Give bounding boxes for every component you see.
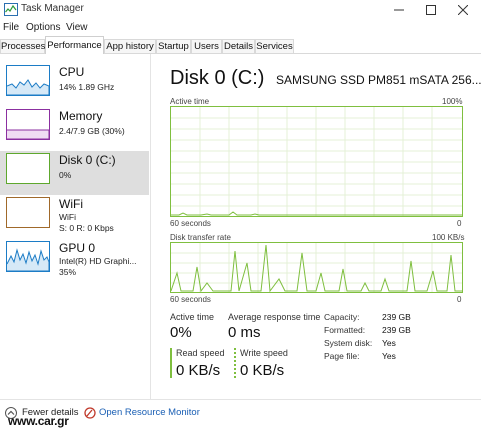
open-resource-monitor-link[interactable]: Open Resource Monitor bbox=[99, 407, 200, 418]
sidebar-item-throughput: S: 0 R: 0 Kbps bbox=[59, 223, 114, 233]
sidebar-item-wifi[interactable]: WiFi WiFi S: 0 R: 0 Kbps bbox=[0, 195, 149, 239]
disk-detail-panel: Disk 0 (C:) SAMSUNG SSD PM851 mSATA 256.… bbox=[151, 54, 481, 399]
active-time-graph-label: Active time bbox=[170, 97, 210, 106]
performance-sidebar: CPU 14% 1.89 GHz Memory 2.4/7.9 GB (30%)… bbox=[0, 54, 151, 399]
tab-details[interactable]: Details bbox=[222, 39, 255, 53]
close-icon bbox=[458, 5, 468, 15]
read-speed-value: 0 KB/s bbox=[176, 362, 221, 379]
transfer-graph-max: 100 KB/s bbox=[432, 233, 465, 242]
system-disk-value: Yes bbox=[382, 338, 396, 348]
sidebar-item-gpu-0[interactable]: GPU 0 Intel(R) HD Graphi... 35% bbox=[0, 239, 149, 283]
disk-model-name: SAMSUNG SSD PM851 mSATA 256... bbox=[276, 73, 481, 87]
tab-services[interactable]: Services bbox=[255, 39, 294, 53]
gpu-thumbnail-graph bbox=[6, 241, 50, 272]
menu-file[interactable]: File bbox=[3, 22, 19, 33]
wifi-thumbnail-graph bbox=[6, 197, 50, 228]
system-disk-label: System disk: bbox=[324, 338, 373, 348]
sidebar-item-title: WiFi bbox=[59, 197, 83, 211]
transfer-rate-graph bbox=[170, 242, 463, 293]
read-speed-indicator bbox=[170, 348, 172, 378]
formatted-value: 239 GB bbox=[382, 325, 411, 335]
active-time-graph bbox=[170, 106, 463, 217]
sidebar-item-detail: 0% bbox=[59, 170, 72, 180]
close-button[interactable] bbox=[448, 0, 478, 20]
tab-app-history[interactable]: App history bbox=[104, 39, 156, 53]
page-file-value: Yes bbox=[382, 351, 396, 361]
active-time-graph-min: 0 bbox=[457, 219, 462, 228]
read-speed-label: Read speed bbox=[176, 348, 225, 358]
tab-bar: Processes Performance App history Startu… bbox=[0, 36, 481, 54]
avg-response-value: 0 ms bbox=[228, 324, 261, 341]
watermark-text: www.car.gr bbox=[8, 414, 69, 428]
transfer-graph-min: 0 bbox=[457, 295, 462, 304]
active-time-graph-max: 100% bbox=[442, 97, 463, 106]
sidebar-item-disk-0[interactable]: Disk 0 (C:) 0% bbox=[0, 151, 149, 195]
sidebar-item-detail: 2.4/7.9 GB (30%) bbox=[59, 126, 125, 136]
write-speed-label: Write speed bbox=[240, 348, 288, 358]
window-title: Task Manager bbox=[21, 3, 84, 14]
sidebar-item-title: Disk 0 (C:) bbox=[59, 153, 116, 167]
tab-startup[interactable]: Startup bbox=[156, 39, 191, 53]
sidebar-item-detail: 14% 1.89 GHz bbox=[59, 82, 115, 92]
maximize-icon bbox=[426, 5, 436, 15]
sidebar-item-usage: 35% bbox=[59, 267, 77, 277]
sidebar-item-memory[interactable]: Memory 2.4/7.9 GB (30%) bbox=[0, 107, 149, 151]
task-manager-icon bbox=[4, 3, 18, 16]
memory-thumbnail-graph bbox=[6, 109, 50, 140]
tab-performance[interactable]: Performance bbox=[45, 36, 104, 54]
write-speed-indicator bbox=[234, 348, 236, 378]
title-bar: Task Manager bbox=[0, 0, 481, 20]
maximize-button[interactable] bbox=[416, 0, 446, 20]
tab-processes[interactable]: Processes bbox=[0, 39, 45, 53]
menu-view[interactable]: View bbox=[66, 22, 88, 33]
active-time-label: Active time bbox=[170, 312, 215, 322]
sidebar-item-title: CPU bbox=[59, 65, 85, 79]
resource-monitor-icon bbox=[84, 406, 96, 424]
active-time-value: 0% bbox=[170, 324, 192, 341]
disk-thumbnail-graph bbox=[6, 153, 50, 184]
formatted-label: Formatted: bbox=[324, 325, 366, 335]
transfer-graph-duration: 60 seconds bbox=[170, 295, 211, 304]
cpu-thumbnail-graph bbox=[6, 65, 50, 96]
menu-bar: File Options View bbox=[0, 20, 481, 36]
tab-users[interactable]: Users bbox=[191, 39, 222, 53]
sidebar-item-detail: Intel(R) HD Graphi... bbox=[59, 256, 137, 266]
write-speed-value: 0 KB/s bbox=[240, 362, 285, 379]
sidebar-item-title: Memory bbox=[59, 109, 103, 123]
minimize-button[interactable] bbox=[384, 0, 414, 20]
sidebar-item-detail: WiFi bbox=[59, 212, 76, 222]
sidebar-item-title: GPU 0 bbox=[59, 241, 96, 255]
footer-bar: Fewer details Open Resource Monitor www.… bbox=[0, 399, 481, 432]
capacity-label: Capacity: bbox=[324, 312, 360, 322]
transfer-graph-label: Disk transfer rate bbox=[170, 233, 231, 242]
page-file-label: Page file: bbox=[324, 351, 360, 361]
active-time-graph-duration: 60 seconds bbox=[170, 219, 211, 228]
active-time-graph-plot bbox=[171, 107, 462, 216]
page-title: Disk 0 (C:) bbox=[170, 67, 265, 89]
capacity-value: 239 GB bbox=[382, 312, 411, 322]
menu-options[interactable]: Options bbox=[26, 22, 60, 33]
sidebar-item-cpu[interactable]: CPU 14% 1.89 GHz bbox=[0, 63, 149, 107]
avg-response-label: Average response time bbox=[228, 312, 321, 322]
minimize-icon bbox=[394, 9, 404, 11]
transfer-rate-graph-plot bbox=[171, 243, 462, 292]
